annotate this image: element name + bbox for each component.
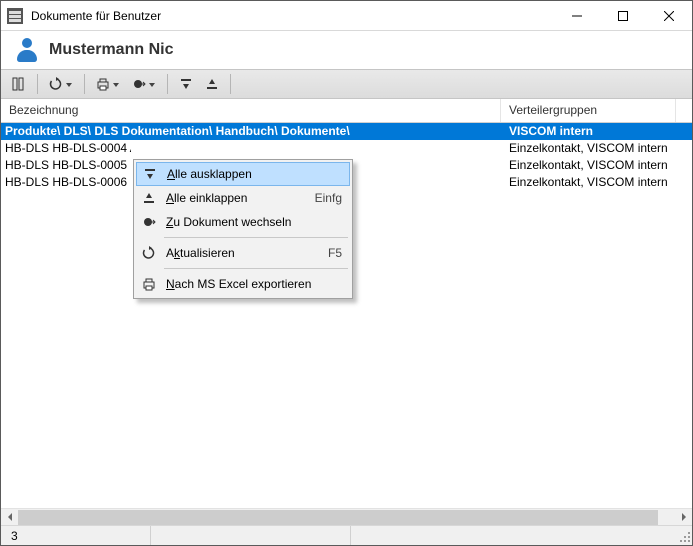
column-header-verteilergruppen[interactable]: Verteilergruppen (501, 99, 676, 122)
scroll-thumb[interactable] (18, 510, 658, 525)
window-title: Dokumente für Benutzer (31, 9, 554, 23)
cell-verteilergruppen: VISCOM intern (501, 123, 676, 140)
menu-separator (164, 237, 348, 238)
menu-item-label: Nach MS Excel exportieren (166, 277, 334, 291)
menu-item[interactable]: Zu Dokument wechseln (136, 210, 350, 234)
collapse-all-button[interactable] (200, 72, 224, 96)
menu-item-accelerator: Einfg (315, 191, 342, 205)
goto-icon (140, 213, 158, 231)
column-header-bezeichnung[interactable]: Bezeichnung (1, 99, 501, 122)
status-cell (151, 526, 351, 545)
menu-item[interactable]: Alle einklappen Einfg (136, 186, 350, 210)
horizontal-scrollbar[interactable] (1, 508, 692, 525)
toolbar-separator (230, 74, 231, 94)
user-icon (15, 38, 39, 62)
column-headers: Bezeichnung Verteilergruppen (1, 99, 692, 123)
cell-bezeichnung: HB-DLS HB-DLS-0004 Au (1, 140, 131, 157)
refresh-icon (140, 244, 158, 262)
user-name: Mustermann Nic (49, 41, 173, 59)
menu-separator (164, 268, 348, 269)
cell-bezeichnung: HB-DLS HB-DLS-0006 Do (1, 174, 131, 191)
toolbar (1, 69, 692, 99)
scroll-left-button[interactable] (1, 509, 18, 526)
cell-verteilergruppen: Einzelkontakt, VISCOM intern (501, 140, 676, 157)
toolbar-separator (167, 74, 168, 94)
excel-icon (140, 275, 158, 293)
status-count: 3 (1, 526, 151, 545)
minimize-button[interactable] (554, 1, 600, 31)
expand-icon (141, 165, 159, 183)
status-bar: 3 (1, 525, 692, 545)
print-button[interactable] (91, 72, 125, 96)
user-bar: Mustermann Nic (1, 31, 692, 69)
scroll-right-button[interactable] (675, 509, 692, 526)
menu-item-accelerator: F5 (328, 246, 342, 260)
table-row[interactable]: HB-DLS HB-DLS-0004 Au Einzelkontakt, VISC… (1, 140, 692, 157)
expand-all-button[interactable] (174, 72, 198, 96)
goto-button[interactable] (127, 72, 161, 96)
scroll-track[interactable] (18, 509, 675, 526)
table-row[interactable]: Produkte\ DLS\ DLS Dokumentation\ Handbu… (1, 123, 692, 140)
menu-item[interactable]: Alle ausklappen (136, 162, 350, 186)
menu-item-label: Zu Dokument wechseln (166, 215, 334, 229)
menu-item[interactable]: Nach MS Excel exportieren (136, 272, 350, 296)
resize-grip[interactable] (676, 528, 692, 544)
menu-item-label: Alle ausklappen (167, 167, 333, 181)
titlebar: Dokumente für Benutzer (1, 1, 692, 31)
columns-button[interactable] (7, 72, 31, 96)
menu-item-label: Alle einklappen (166, 191, 307, 205)
toolbar-separator (84, 74, 85, 94)
close-button[interactable] (646, 1, 692, 31)
context-menu[interactable]: Alle ausklappen Alle einklappen Einfg Zu Do… (133, 159, 353, 299)
cell-bezeichnung: Produkte\ DLS\ DLS Dokumentation\ Handbu… (1, 123, 501, 140)
cell-verteilergruppen: Einzelkontakt, VISCOM intern (501, 157, 676, 174)
collapse-icon (140, 189, 158, 207)
app-icon (7, 8, 23, 24)
refresh-button[interactable] (44, 72, 78, 96)
toolbar-separator (37, 74, 38, 94)
menu-item-label: Aktualisieren (166, 246, 320, 260)
maximize-button[interactable] (600, 1, 646, 31)
menu-item[interactable]: Aktualisieren F5 (136, 241, 350, 265)
cell-verteilergruppen: Einzelkontakt, VISCOM intern (501, 174, 676, 191)
cell-bezeichnung: HB-DLS HB-DLS-0005 Do (1, 157, 131, 174)
